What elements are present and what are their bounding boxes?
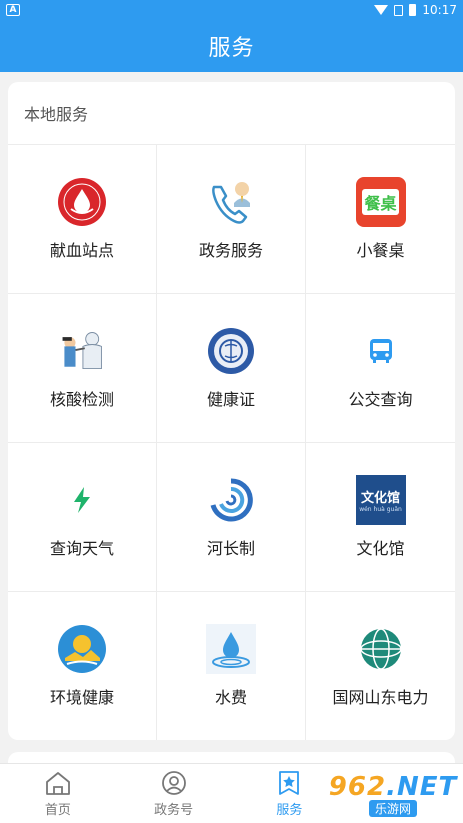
status-time: 10:17 bbox=[422, 3, 457, 17]
service-state-grid[interactable]: 国网山东电力 bbox=[306, 592, 455, 740]
nav-label: 首页 bbox=[44, 802, 71, 818]
service-label: 查询天气 bbox=[49, 539, 114, 558]
environment-health-icon bbox=[57, 624, 107, 674]
service-label: 政务服务 bbox=[198, 241, 263, 260]
river-chief-icon bbox=[206, 475, 256, 525]
service-river-chief[interactable]: 河长制 bbox=[157, 443, 306, 592]
health-certificate-icon bbox=[206, 326, 256, 376]
watermark-logo: 962.NET 乐游网 bbox=[328, 771, 458, 817]
phone-service-icon bbox=[206, 177, 256, 227]
services-grid: 献血站点 政务服务 餐桌 小餐桌 核酸检测 健康证 公交查询 查询天气 河长制 … bbox=[8, 144, 455, 740]
service-bus-query[interactable]: 公交查询 bbox=[306, 294, 455, 443]
battery-icon bbox=[409, 4, 417, 16]
service-label: 核酸检测 bbox=[49, 390, 114, 409]
service-environment-health[interactable]: 环境健康 bbox=[8, 592, 157, 740]
service-water-fee[interactable]: 水费 bbox=[157, 592, 306, 740]
home-icon bbox=[45, 771, 70, 795]
service-label: 文化馆 bbox=[356, 539, 405, 558]
service-label: 献血站点 bbox=[49, 241, 114, 260]
service-label: 河长制 bbox=[206, 539, 255, 558]
service-label: 国网山东电力 bbox=[332, 688, 429, 707]
user-circle-icon bbox=[161, 770, 186, 795]
blood-donation-icon bbox=[57, 177, 107, 227]
service-government[interactable]: 政务服务 bbox=[157, 145, 306, 294]
notification-a-icon: A bbox=[6, 4, 20, 16]
state-grid-icon bbox=[356, 624, 406, 674]
water-drop-icon bbox=[206, 624, 256, 674]
nav-government-account[interactable]: 政务号 bbox=[116, 764, 232, 823]
service-weather-query[interactable]: 查询天气 bbox=[8, 443, 157, 592]
lightning-icon bbox=[57, 475, 107, 525]
service-blood-donation[interactable]: 献血站点 bbox=[8, 145, 157, 294]
nav-home[interactable]: 首页 bbox=[0, 764, 116, 823]
service-nucleic-acid-test[interactable]: 核酸检测 bbox=[8, 294, 157, 443]
bus-icon bbox=[356, 326, 406, 376]
status-bar: A 10:17 bbox=[0, 0, 463, 20]
wifi-icon bbox=[374, 5, 389, 15]
service-label: 环境健康 bbox=[49, 688, 114, 707]
service-label: 水费 bbox=[214, 688, 247, 707]
culture-center-icon: 文化馆 wén huà guǎn bbox=[355, 475, 406, 525]
service-small-dining-table[interactable]: 餐桌 小餐桌 bbox=[306, 145, 455, 294]
service-label: 小餐桌 bbox=[356, 241, 405, 260]
nav-label: 服务 bbox=[276, 802, 303, 818]
service-health-certificate[interactable]: 健康证 bbox=[157, 294, 306, 443]
star-bookmark-icon bbox=[279, 770, 300, 795]
service-label: 公交查询 bbox=[348, 390, 413, 409]
small-dining-table-icon: 餐桌 bbox=[355, 177, 406, 227]
service-culture-center[interactable]: 文化馆 wén huà guǎn 文化馆 bbox=[306, 443, 455, 592]
sim-icon bbox=[394, 4, 404, 16]
section-title: 本地服务 bbox=[24, 105, 89, 124]
nucleic-acid-test-icon bbox=[57, 326, 107, 376]
local-services-card: 本地服务 献血站点 政务服务 餐桌 小餐桌 核酸检测 健康证 公交查询 查询天气… bbox=[8, 82, 455, 740]
page-title: 服务 bbox=[0, 20, 463, 72]
service-label: 健康证 bbox=[206, 390, 255, 409]
nav-label: 政务号 bbox=[154, 802, 194, 818]
